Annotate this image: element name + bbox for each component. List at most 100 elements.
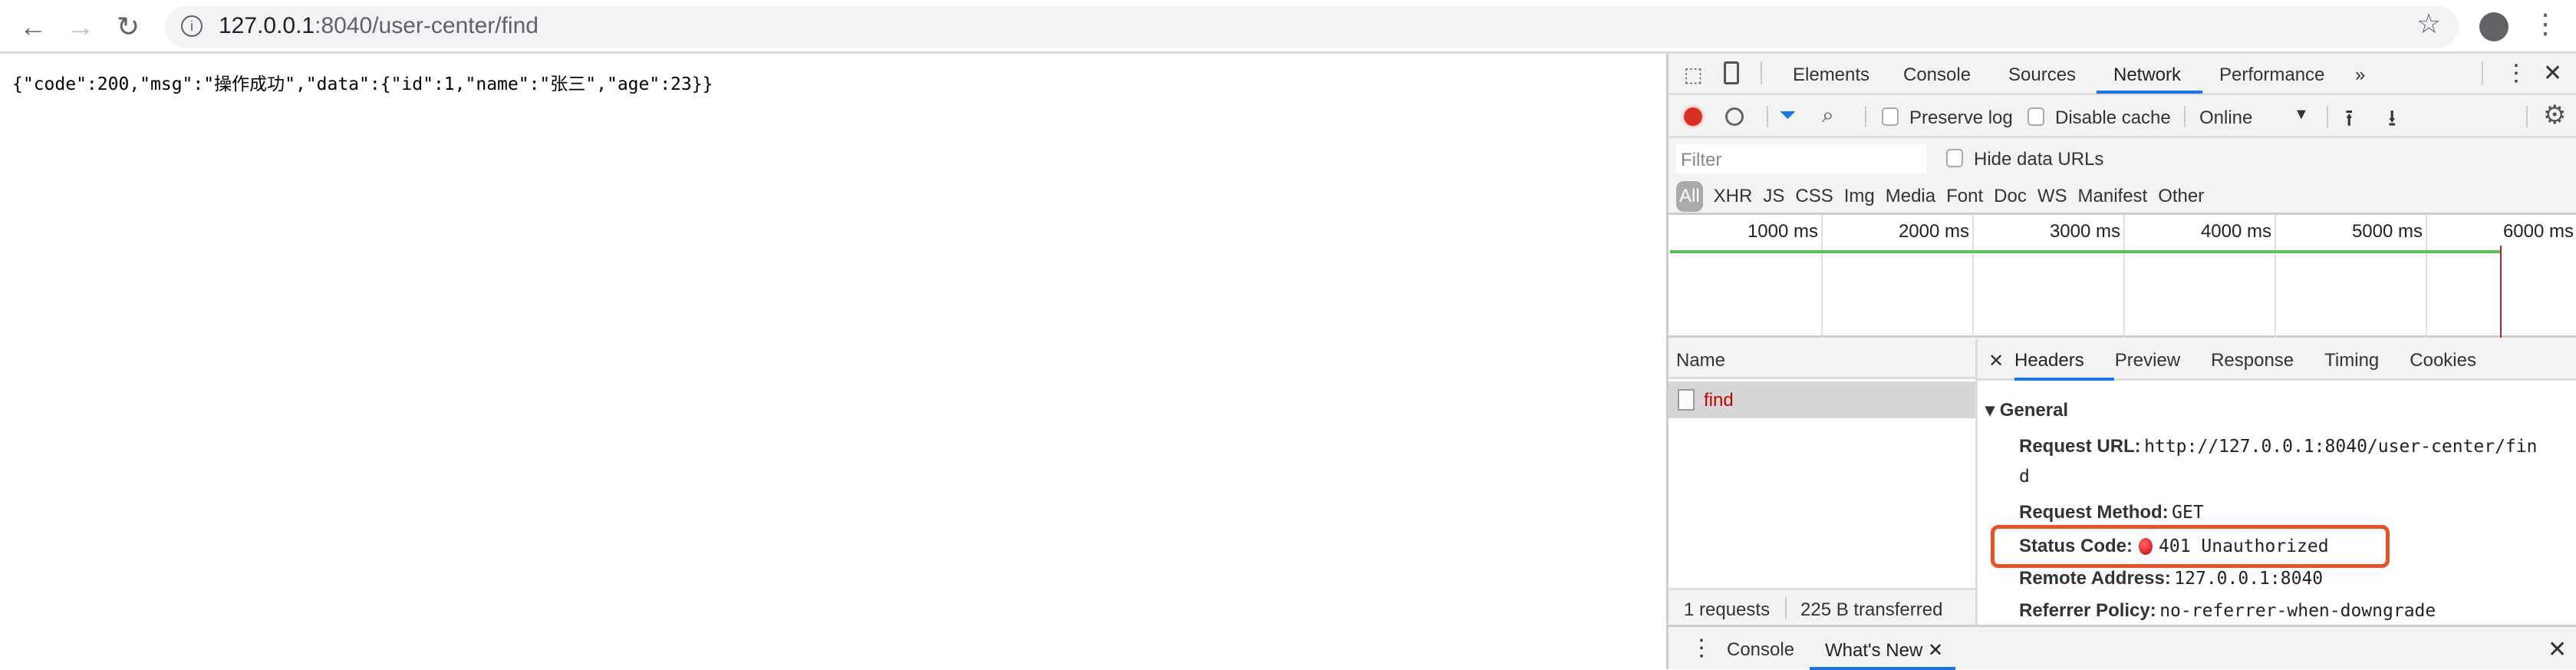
request-method-value: GET <box>2172 503 2204 523</box>
network-toolbar: ⏷ ⌕ Preserve log Disable cache Online ▼ … <box>1668 95 2576 138</box>
timeline-gridline <box>2275 215 2276 338</box>
details-tab-headers[interactable]: Headers <box>2014 350 2084 371</box>
details-tab-response[interactable]: Response <box>2211 350 2294 371</box>
import-har-icon[interactable]: ⭱ <box>2345 101 2354 140</box>
drawer-menu-icon[interactable]: ⋮ <box>1690 635 1713 662</box>
request-row[interactable]: find <box>1668 381 1975 418</box>
forward-icon[interactable]: → <box>61 8 100 46</box>
request-url-value: http://127.0.0.1:8040/user-center/fin <box>2144 437 2538 457</box>
type-filter-xhr[interactable]: XHR <box>1714 186 1753 207</box>
devtools-menu-icon[interactable]: ⋮ <box>2505 60 2528 87</box>
type-filter-doc[interactable]: Doc <box>1994 186 2027 207</box>
whats-new-label: What's New <box>1825 640 1923 661</box>
type-filter-bar: All XHR JS CSS Img Media Font Doc WS Manifest Othe… <box>1668 173 2576 215</box>
type-filter-css[interactable]: CSS <box>1795 186 1833 207</box>
close-tab-icon[interactable]: ✕ <box>1928 640 1943 661</box>
name-column-header[interactable]: Name <box>1668 339 1975 379</box>
disable-cache-checkbox[interactable] <box>2028 107 2044 126</box>
drawer-tab-console[interactable]: Console <box>1727 639 1794 661</box>
more-tabs-icon[interactable]: » <box>2355 64 2365 86</box>
network-overview-timeline[interactable]: 1000 ms 2000 ms 3000 ms 4000 ms 5000 ms 6000 … <box>1668 215 2576 338</box>
profile-avatar-icon[interactable] <box>2479 12 2508 41</box>
request-url-value-wrap: d <box>2019 467 2030 487</box>
chevron-down-icon[interactable]: ▼ <box>2294 106 2309 124</box>
tab-sources[interactable]: Sources <box>2008 64 2076 86</box>
request-url-row: Request URL: http://127.0.0.1:8040/user-… <box>2019 436 2537 457</box>
timeline-gridline <box>1821 215 1823 338</box>
clear-icon[interactable] <box>1725 107 1744 126</box>
remote-address-value: 127.0.0.1:8040 <box>2174 569 2324 589</box>
request-method-label: Request Method: <box>2019 502 2169 523</box>
request-method-row: Request Method: GET <box>2019 502 2204 523</box>
settings-gear-icon[interactable]: ⚙ <box>2543 100 2566 130</box>
requests-count: 1 requests <box>1684 599 1771 620</box>
export-har-icon[interactable]: ⭳ <box>2388 101 2396 140</box>
devtools-tabbar: ⬚ Elements Console Sources Network Perfo… <box>1668 54 2576 95</box>
page-body-json: {"code":200,"msg":"操作成功","data":{"id":1,… <box>12 74 713 94</box>
disable-cache-label: Disable cache <box>2055 107 2171 128</box>
drawer-tab-whats-new[interactable]: What's New ✕ <box>1825 639 1943 662</box>
filter-icon[interactable]: ⏷ <box>1779 103 1796 128</box>
name-header-label: Name <box>1676 350 1726 371</box>
request-url-label: Request URL: <box>2019 436 2141 457</box>
timeline-tick-label: 5000 ms <box>2351 221 2423 242</box>
tab-network[interactable]: Network <box>2113 64 2181 86</box>
general-section-toggle[interactable]: ▾ General <box>1985 399 2068 421</box>
timeline-tick-label: 2000 ms <box>1898 221 1969 242</box>
type-filter-js[interactable]: JS <box>1763 186 1784 207</box>
url-text[interactable]: 127.0.0.1:8040/user-center/find <box>219 11 539 41</box>
details-tab-timing[interactable]: Timing <box>2324 350 2379 371</box>
referrer-policy-row: Referrer Policy: no-referrer-when-downgr… <box>2019 600 2436 622</box>
preserve-log-checkbox[interactable] <box>1882 107 1899 126</box>
document-icon <box>1678 389 1695 411</box>
url-path: :8040/user-center/find <box>315 13 539 38</box>
info-icon[interactable]: i <box>181 15 203 37</box>
type-filter-img[interactable]: Img <box>1844 186 1875 207</box>
close-drawer-icon[interactable]: ✕ <box>2548 636 2567 663</box>
transferred-size: 225 B transferred <box>1800 599 1943 620</box>
remote-address-label: Remote Address: <box>2019 568 2171 589</box>
details-tabbar: ✕ Headers Preview Response Timing Cookies <box>1978 339 2576 381</box>
preserve-log-label: Preserve log <box>1909 107 2013 128</box>
bottom-drawer: ⋮ Console What's New ✕ ✕ <box>1668 625 2576 670</box>
timeline-gridline <box>2123 215 2125 338</box>
search-icon[interactable]: ⌕ <box>1822 103 1834 128</box>
type-filter-other[interactable]: Other <box>2158 186 2204 207</box>
bookmark-star-icon[interactable]: ☆ <box>2416 8 2441 40</box>
device-toggle-icon[interactable] <box>1724 61 1739 84</box>
request-name: find <box>1704 390 1734 411</box>
type-filter-all[interactable]: All <box>1676 181 1703 212</box>
browser-toolbar: ← → ↻ i 127.0.0.1:8040/user-center/find … <box>0 0 2576 54</box>
active-tab-indicator <box>2097 91 2202 94</box>
menu-icon[interactable]: ⋮ <box>2532 8 2559 40</box>
filter-input[interactable]: Filter <box>1676 144 1926 173</box>
inspect-element-icon[interactable]: ⬚ <box>1684 63 1703 87</box>
type-filter-media[interactable]: Media <box>1886 186 1935 207</box>
active-details-tab-indicator <box>2014 378 2114 381</box>
details-tab-cookies[interactable]: Cookies <box>2410 350 2476 371</box>
close-details-icon[interactable]: ✕ <box>1988 350 2004 372</box>
active-drawer-tab-indicator <box>1810 667 1955 670</box>
url-host: 127.0.0.1 <box>219 13 315 38</box>
timeline-tick-label: 4000 ms <box>2200 221 2271 242</box>
type-filter-ws[interactable]: WS <box>2037 186 2067 207</box>
remote-address-row: Remote Address: 127.0.0.1:8040 <box>2019 568 2323 589</box>
status-code-value: 401 Unauthorized <box>2159 536 2329 556</box>
type-filter-manifest[interactable]: Manifest <box>2078 186 2148 207</box>
tab-elements[interactable]: Elements <box>1793 64 1869 86</box>
status-code-row: Status Code: 401 Unauthorized <box>2019 536 2329 557</box>
timeline-tick-label: 6000 ms <box>2502 221 2574 242</box>
status-error-dot-icon <box>2139 538 2153 555</box>
back-icon[interactable]: ← <box>14 8 52 46</box>
timeline-gridline <box>2426 215 2427 338</box>
tab-console[interactable]: Console <box>1903 64 1971 86</box>
close-devtools-icon[interactable]: ✕ <box>2543 60 2562 87</box>
type-filter-font[interactable]: Font <box>1946 186 1983 207</box>
record-icon[interactable] <box>1684 107 1702 126</box>
throttling-select[interactable]: Online <box>2199 107 2252 129</box>
reload-icon[interactable]: ↻ <box>109 8 147 46</box>
referrer-policy-value: no-referrer-when-downgrade <box>2159 601 2436 621</box>
details-tab-preview[interactable]: Preview <box>2115 350 2180 371</box>
hide-data-urls-checkbox[interactable] <box>1946 149 1963 167</box>
tab-performance[interactable]: Performance <box>2219 64 2324 86</box>
